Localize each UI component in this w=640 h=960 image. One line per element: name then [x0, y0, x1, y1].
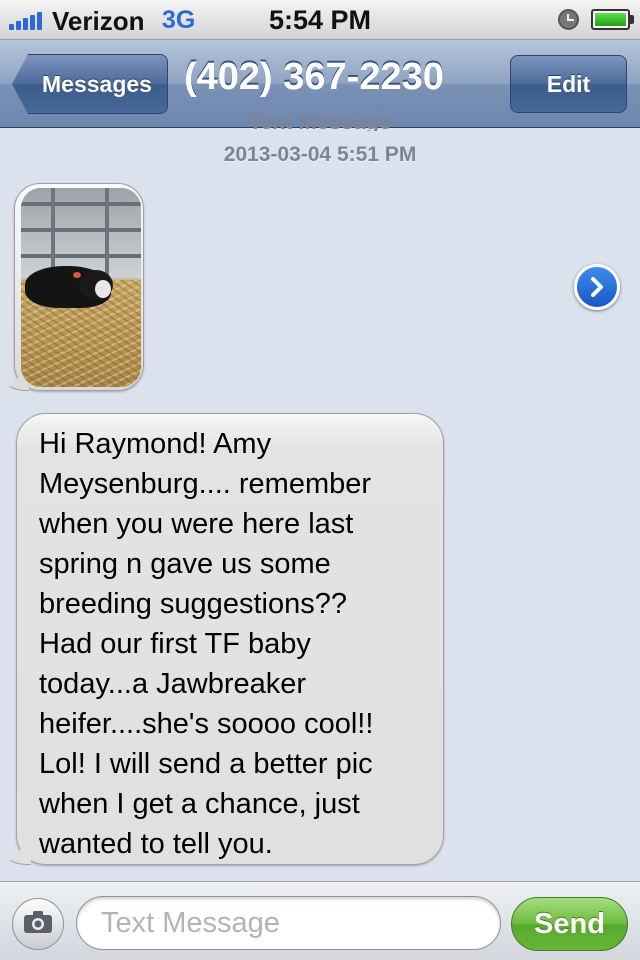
photo-thumbnail[interactable] — [21, 188, 141, 387]
battery-icon — [591, 9, 634, 30]
status-bar: Verizon 3G 5:54 PM — [0, 0, 640, 40]
send-button[interactable]: Send — [511, 897, 628, 951]
conversation-view[interactable]: Text Message 2013-03-04 5:51 PM Hi Raymo… — [0, 115, 640, 879]
camera-button[interactable] — [12, 898, 64, 950]
edit-button[interactable]: Edit — [510, 55, 627, 113]
conversation-header: Text Message — [248, 115, 392, 131]
message-input-bar: Send — [0, 881, 640, 960]
message-text: Hi Raymond! Amy Meysenburg.... remember … — [39, 428, 374, 860]
contact-title: (402) 367-2230 — [184, 56, 444, 98]
status-time: 5:54 PM — [268, 5, 372, 35]
camera-icon — [23, 910, 53, 939]
photo-message-bubble[interactable] — [5, 183, 144, 391]
chevron-right-circle-icon[interactable] — [574, 264, 620, 310]
messages-back-button[interactable]: Messages — [12, 54, 168, 114]
message-text-field[interactable] — [76, 896, 501, 950]
text-message-bubble[interactable]: Hi Raymond! Amy Meysenburg.... remember … — [5, 413, 444, 865]
alarm-clock-icon — [558, 9, 579, 30]
message-timestamp: 2013-03-04 5:51 PM — [223, 143, 417, 166]
